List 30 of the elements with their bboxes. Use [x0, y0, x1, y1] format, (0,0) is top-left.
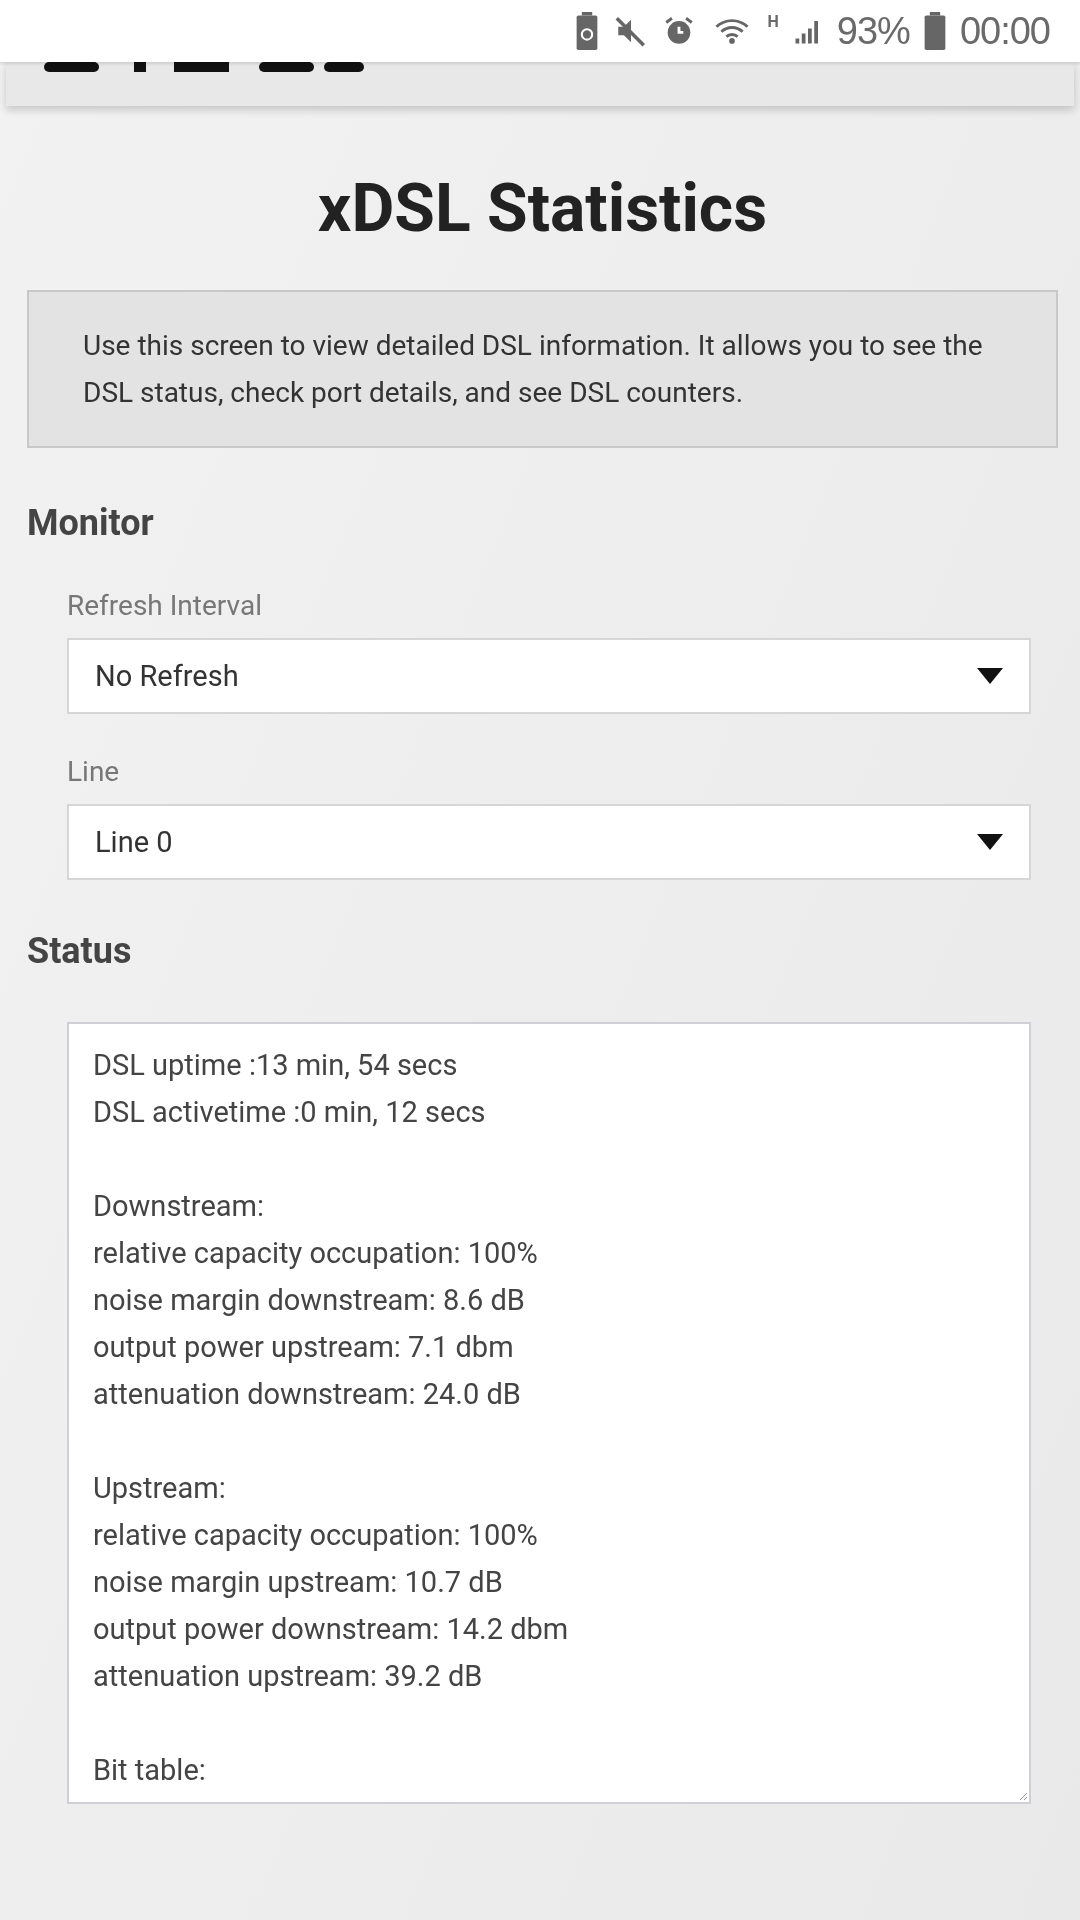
- mute-icon: [613, 14, 648, 48]
- status-line: relative capacity occupation: 100%: [93, 1517, 539, 1554]
- dropdown-select[interactable]: Line 0: [67, 804, 1031, 880]
- section-heading: Monitor: [27, 501, 155, 546]
- clock-time: 00:00: [959, 9, 1050, 53]
- field-label: Refresh Interval: [67, 588, 263, 624]
- battery-percent: 93%: [836, 9, 910, 53]
- section-heading: Status: [27, 929, 133, 974]
- status-line: Upstream:: [93, 1470, 227, 1507]
- page-title: xDSL Statistics: [316, 169, 769, 249]
- battery-icon: [923, 12, 946, 50]
- status-line: Downstream:: [93, 1188, 265, 1225]
- status-line: DSL activetime :0 min, 12 secs: [93, 1094, 487, 1131]
- dropdown-select[interactable]: No Refresh: [67, 638, 1031, 714]
- status-line: noise margin upstream: 10.7 dB: [93, 1564, 504, 1601]
- status-text-area[interactable]: [67, 1022, 1031, 1804]
- field-label: Line: [67, 754, 121, 790]
- status-line: attenuation downstream: 24.0 dB: [93, 1376, 522, 1413]
- status-line: attenuation upstream: 39.2 dB: [93, 1658, 484, 1695]
- description-text: Use this screen to view detailed DSL information. It allows you to see the DSL status, check port details, and see DSL counters.: [27, 290, 1058, 448]
- status-line: DSL uptime :13 min, 54 secs: [93, 1047, 459, 1084]
- status-line: output power upstream: 7.1 dbm: [93, 1329, 515, 1366]
- dropdown-caret-icon: [977, 834, 1003, 850]
- status-line: Bit table:: [93, 1752, 207, 1789]
- status-line: noise margin downstream: 8.6 dB: [93, 1282, 526, 1319]
- network-type-label: H: [767, 12, 779, 31]
- status-line: relative capacity occupation: 100%: [93, 1235, 539, 1272]
- status-line: output power downstream: 14.2 dbm: [93, 1611, 570, 1648]
- resize-handle-icon: [1019, 1792, 1027, 1800]
- dropdown-caret-icon: [977, 668, 1003, 684]
